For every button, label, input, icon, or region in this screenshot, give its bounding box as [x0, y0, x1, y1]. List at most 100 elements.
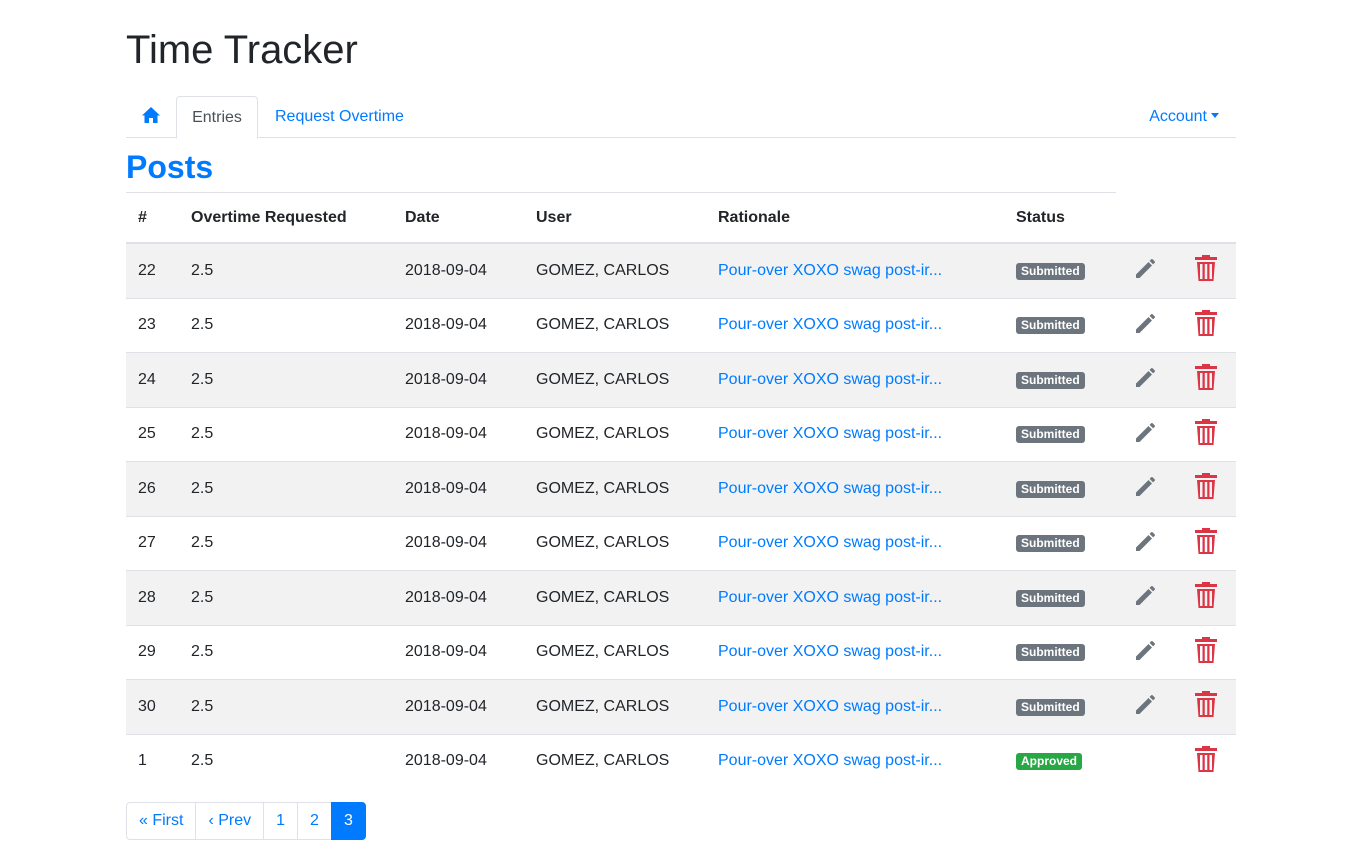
app-title: Time Tracker	[126, 28, 358, 72]
cell-delete	[1176, 624, 1236, 680]
rationale-link[interactable]: Pour-over XOXO swag post-ir...	[718, 371, 942, 388]
cell-status: Submitted	[1004, 406, 1116, 462]
cell-id: 26	[126, 461, 179, 516]
rationale-link[interactable]: Pour-over XOXO swag post-ir...	[718, 589, 942, 606]
cell-rationale: Pour-over XOXO swag post-ir...	[706, 733, 1004, 788]
cell-status: Submitted	[1004, 242, 1116, 298]
rationale-link[interactable]: Pour-over XOXO swag post-ir...	[718, 480, 942, 497]
table-row: 1 2.5 2018-09-04 GOMEZ, CARLOS Pour-over XOX…	[126, 733, 1236, 788]
table-row: 28 2.5 2018-09-04 GOMEZ, CARLOS Pour-over XO…	[126, 570, 1236, 625]
pencil-icon[interactable]	[1133, 473, 1159, 504]
cell-overtime: 2.5	[179, 733, 393, 788]
col-header-user: User	[524, 192, 706, 244]
trash-icon[interactable]	[1194, 309, 1218, 342]
col-header-rationale: Rationale	[706, 192, 1004, 244]
rationale-link[interactable]: Pour-over XOXO swag post-ir...	[718, 262, 942, 279]
pencil-icon[interactable]	[1133, 691, 1159, 722]
trash-icon[interactable]	[1194, 363, 1218, 396]
page-3-current[interactable]: 3	[330, 802, 366, 840]
status-badge: Submitted	[1016, 644, 1085, 662]
cell-status: Submitted	[1004, 352, 1116, 407]
nav-home[interactable]	[126, 96, 176, 138]
page-first[interactable]: « First	[126, 802, 197, 840]
table-row: 26 2.5 2018-09-04 GOMEZ, CARLOS Pour-over XO…	[126, 461, 1236, 516]
page-2[interactable]: 2	[297, 802, 332, 840]
cell-id: 1	[126, 733, 179, 788]
cell-edit	[1116, 461, 1176, 516]
cell-delete	[1176, 242, 1236, 298]
tab-request-overtime[interactable]: Request Overtime	[275, 96, 404, 138]
table-row: 30 2.5 2018-09-04 GOMEZ, CARLOS Pour-over XO…	[126, 679, 1236, 734]
cell-user: GOMEZ, CARLOS	[524, 679, 706, 734]
status-badge: Submitted	[1016, 426, 1085, 444]
tab-entries[interactable]: Entries	[176, 96, 258, 139]
status-badge: Submitted	[1016, 262, 1085, 280]
pencil-icon[interactable]	[1133, 255, 1159, 286]
cell-user: GOMEZ, CARLOS	[524, 461, 706, 516]
cell-overtime: 2.5	[179, 297, 393, 353]
status-badge: Submitted	[1016, 589, 1085, 607]
cell-overtime: 2.5	[179, 352, 393, 407]
cell-delete	[1176, 461, 1236, 516]
cell-date: 2018-09-04	[393, 297, 524, 353]
cell-rationale: Pour-over XOXO swag post-ir...	[706, 297, 1004, 353]
page-prev[interactable]: ‹ Prev	[195, 802, 265, 840]
cell-status: Submitted	[1004, 297, 1116, 353]
rationale-link[interactable]: Pour-over XOXO swag post-ir...	[718, 316, 942, 333]
cell-user: GOMEZ, CARLOS	[524, 570, 706, 625]
cell-delete	[1176, 297, 1236, 353]
cell-edit	[1116, 242, 1176, 298]
cell-status: Submitted	[1004, 461, 1116, 516]
trash-icon[interactable]	[1194, 636, 1218, 669]
pencil-icon[interactable]	[1133, 364, 1159, 395]
table-row: 24 2.5 2018-09-04 GOMEZ, CARLOS Pour-over XO…	[126, 352, 1236, 407]
rationale-link[interactable]: Pour-over XOXO swag post-ir...	[718, 698, 942, 715]
pagination: « First ‹ Prev 1 2 3	[126, 802, 366, 840]
trash-icon[interactable]	[1194, 581, 1218, 614]
status-badge: Submitted	[1016, 371, 1085, 389]
rationale-link[interactable]: Pour-over XOXO swag post-ir...	[718, 643, 942, 660]
status-badge: Approved	[1016, 753, 1083, 771]
account-dropdown[interactable]: Account	[1149, 96, 1219, 138]
pencil-icon[interactable]	[1133, 310, 1159, 341]
table-header-row: # Overtime Requested Date User Rationale…	[126, 192, 1236, 244]
pencil-icon[interactable]	[1133, 528, 1159, 559]
cell-edit	[1116, 733, 1176, 788]
rationale-link[interactable]: Pour-over XOXO swag post-ir...	[718, 752, 942, 769]
table-row: 25 2.5 2018-09-04 GOMEZ, CARLOS Pour-over XO…	[126, 406, 1236, 462]
page-1[interactable]: 1	[263, 802, 299, 840]
trash-icon[interactable]	[1194, 745, 1218, 778]
cell-date: 2018-09-04	[393, 406, 524, 462]
trash-icon[interactable]	[1194, 527, 1218, 560]
trash-icon[interactable]	[1194, 254, 1218, 287]
cell-rationale: Pour-over XOXO swag post-ir...	[706, 570, 1004, 625]
trash-icon[interactable]	[1194, 690, 1218, 723]
pencil-icon[interactable]	[1133, 582, 1159, 613]
trash-icon[interactable]	[1194, 472, 1218, 505]
cell-rationale: Pour-over XOXO swag post-ir...	[706, 461, 1004, 516]
pencil-icon[interactable]	[1133, 419, 1159, 450]
cell-user: GOMEZ, CARLOS	[524, 406, 706, 462]
cell-overtime: 2.5	[179, 242, 393, 298]
cell-edit	[1116, 515, 1176, 571]
cell-status: Submitted	[1004, 515, 1116, 571]
pencil-icon[interactable]	[1133, 637, 1159, 668]
cell-date: 2018-09-04	[393, 515, 524, 571]
cell-delete	[1176, 679, 1236, 734]
cell-overtime: 2.5	[179, 406, 393, 462]
cell-rationale: Pour-over XOXO swag post-ir...	[706, 406, 1004, 462]
rationale-link[interactable]: Pour-over XOXO swag post-ir...	[718, 425, 942, 442]
cell-delete	[1176, 352, 1236, 407]
cell-id: 23	[126, 297, 179, 353]
cell-date: 2018-09-04	[393, 570, 524, 625]
cell-edit	[1116, 570, 1176, 625]
cell-user: GOMEZ, CARLOS	[524, 733, 706, 788]
cell-edit	[1116, 352, 1176, 407]
cell-user: GOMEZ, CARLOS	[524, 515, 706, 571]
rationale-link[interactable]: Pour-over XOXO swag post-ir...	[718, 534, 942, 551]
section-title: Posts	[126, 149, 214, 185]
table-row: 22 2.5 2018-09-04 GOMEZ, CARLOS Pour-over XO…	[126, 242, 1236, 298]
cell-rationale: Pour-over XOXO swag post-ir...	[706, 624, 1004, 680]
cell-overtime: 2.5	[179, 461, 393, 516]
trash-icon[interactable]	[1194, 418, 1218, 451]
